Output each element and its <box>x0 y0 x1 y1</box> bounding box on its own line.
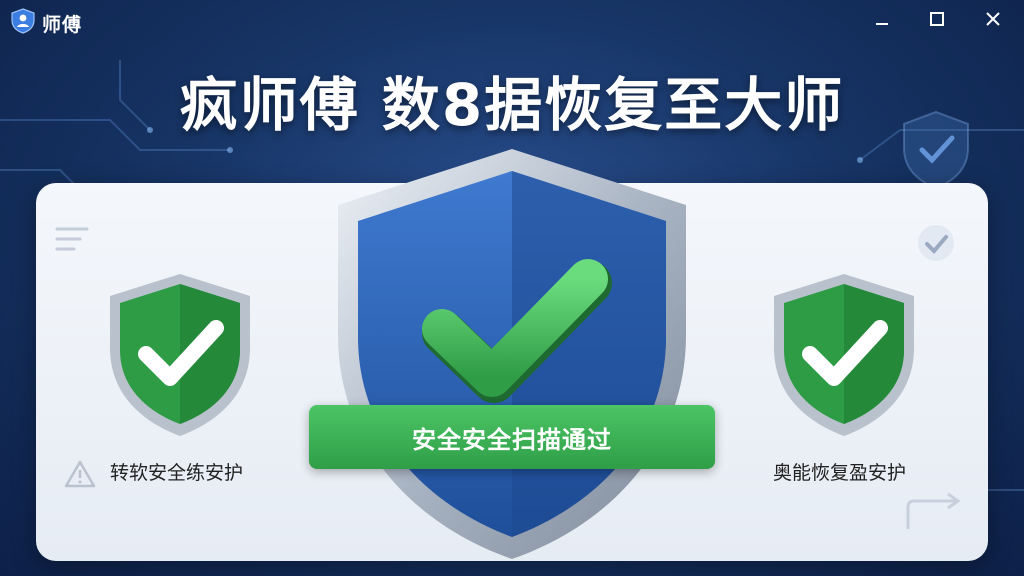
left-shield-icon <box>104 270 256 444</box>
right-shield-icon <box>768 270 920 444</box>
check-icon <box>916 223 956 267</box>
minimize-icon <box>874 11 890 31</box>
warning-icon <box>64 459 96 493</box>
brand: 师傅 <box>10 8 82 38</box>
maximize-button[interactable] <box>924 8 950 34</box>
minimize-button[interactable] <box>869 8 895 34</box>
main-shield-icon <box>330 145 694 569</box>
page-title: 疯师傅 数8据恢复至大师 <box>179 71 845 139</box>
title-bar: 师傅 <box>0 0 1024 42</box>
scan-passed-badge: 安全安全扫描通过 <box>309 405 715 469</box>
left-shield-label: 转软安全练安护 <box>110 462 244 484</box>
close-icon <box>985 11 1001 31</box>
app-name: 师傅 <box>42 13 83 36</box>
menu-lines-icon <box>54 225 90 257</box>
faint-shield-icon <box>900 110 972 194</box>
arrow-icon <box>904 492 964 537</box>
maximize-icon <box>929 11 945 31</box>
close-button[interactable] <box>980 8 1006 34</box>
right-shield-label: 奥能恢复盈安护 <box>773 462 907 484</box>
shield-person-icon <box>10 8 36 38</box>
